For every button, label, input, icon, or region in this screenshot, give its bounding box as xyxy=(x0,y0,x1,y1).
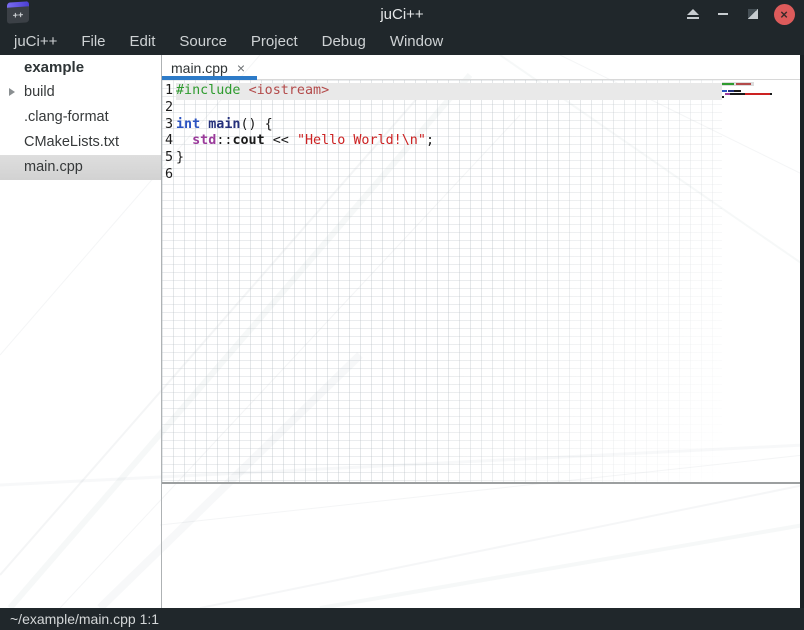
tab-close-icon[interactable]: × xyxy=(237,61,245,75)
window-controls: × xyxy=(678,0,800,28)
menu-juci-[interactable]: juCi++ xyxy=(2,28,69,55)
line-text: int main() { xyxy=(176,117,722,134)
minimap-line xyxy=(722,90,741,92)
line-number: 2 xyxy=(162,100,173,117)
juci-window: ++ juCi++ × juCi++FileEditSourceProjectD… xyxy=(0,0,804,630)
line-text: #include <iostream> xyxy=(176,83,722,100)
line-text xyxy=(176,167,722,184)
close-button[interactable]: × xyxy=(768,0,800,28)
line-number: 3 xyxy=(162,117,173,134)
status-bar: ~/example/main.cpp 1:1 xyxy=(0,608,804,630)
tree-item-label: CMakeLists.txt xyxy=(24,134,119,150)
expander-icon[interactable] xyxy=(9,88,15,96)
menu-window[interactable]: Window xyxy=(378,28,455,55)
title-bar: ++ juCi++ × xyxy=(0,0,804,28)
restore-button[interactable] xyxy=(738,0,768,28)
main-content: example build .clang-format CMakeLists.txt… xyxy=(0,55,804,608)
eject-icon xyxy=(687,9,699,19)
menu-bar: juCi++FileEditSourceProjectDebugWindow xyxy=(0,28,804,55)
code-line-3[interactable]: 3int main() { xyxy=(162,117,722,134)
tree-item--clang-format[interactable]: .clang-format xyxy=(0,105,161,130)
code-line-6[interactable]: 6 xyxy=(162,167,722,184)
code-line-4[interactable]: 4 std::cout << "Hello World!\n"; xyxy=(162,133,722,150)
app-icon: ++ xyxy=(7,3,29,24)
minimize-icon xyxy=(718,13,728,15)
menu-project[interactable]: Project xyxy=(239,28,310,55)
line-text: } xyxy=(176,150,722,167)
file-tree-panel: example build .clang-format CMakeLists.txt… xyxy=(0,55,162,608)
menu-debug[interactable]: Debug xyxy=(310,28,378,55)
tree-item-cmakelists-txt[interactable]: CMakeLists.txt xyxy=(0,130,161,155)
minimap[interactable] xyxy=(722,83,800,103)
file-tree: build .clang-format CMakeLists.txt main.cpp xyxy=(0,80,161,180)
code-lines: 1#include <iostream>23int main() {4 std:… xyxy=(162,83,722,184)
code-line-5[interactable]: 5} xyxy=(162,150,722,167)
tree-item-build[interactable]: build xyxy=(0,80,161,105)
code-line-1[interactable]: 1#include <iostream> xyxy=(162,83,722,100)
tree-item-label: build xyxy=(24,84,55,100)
minimap-line xyxy=(722,93,772,95)
line-text xyxy=(176,100,722,117)
tree-root-example[interactable]: example xyxy=(0,55,161,80)
line-text: std::cout << "Hello World!\n"; xyxy=(176,133,722,150)
tree-item-main-cpp[interactable]: main.cpp xyxy=(0,155,161,180)
line-number: 1 xyxy=(162,83,173,100)
output-panel xyxy=(162,482,804,608)
line-number: 6 xyxy=(162,167,173,184)
tab-bar: main.cpp × xyxy=(162,55,804,80)
editor-area: main.cpp × 1#include <iostream>23int mai… xyxy=(162,55,804,608)
tab-label: main.cpp xyxy=(171,60,228,76)
code-line-2[interactable]: 2 xyxy=(162,100,722,117)
menu-edit[interactable]: Edit xyxy=(118,28,168,55)
status-path: ~/example/main.cpp 1:1 xyxy=(10,611,159,627)
tree-item-label: .clang-format xyxy=(24,109,109,125)
close-icon: × xyxy=(774,4,795,25)
restore-icon xyxy=(748,9,758,19)
tree-item-label: main.cpp xyxy=(24,159,83,175)
menu-file[interactable]: File xyxy=(69,28,117,55)
minimap-line xyxy=(722,96,724,98)
code-editor[interactable]: 1#include <iostream>23int main() {4 std:… xyxy=(162,80,804,482)
menu-source[interactable]: Source xyxy=(167,28,239,55)
eject-button[interactable] xyxy=(678,0,708,28)
app-icon-plusplus: ++ xyxy=(13,11,24,21)
scrollbar-track[interactable] xyxy=(800,55,804,608)
line-number: 5 xyxy=(162,150,173,167)
tab-main-cpp[interactable]: main.cpp × xyxy=(162,55,257,80)
app-icon-top xyxy=(7,1,29,8)
minimap-line xyxy=(722,83,754,85)
minimize-button[interactable] xyxy=(708,0,738,28)
line-number: 4 xyxy=(162,133,173,150)
